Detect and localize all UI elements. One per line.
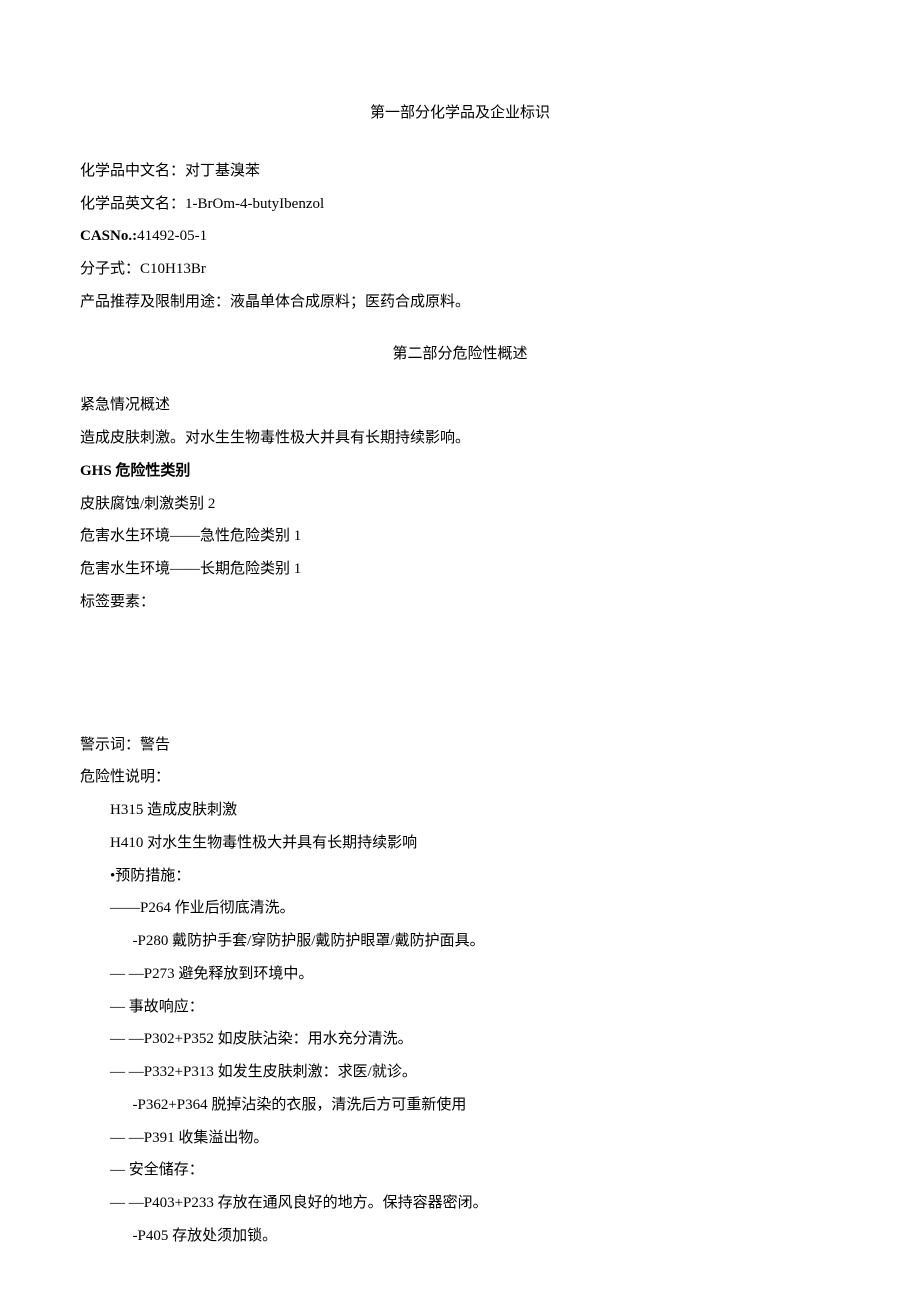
emergency-label: 紧急情况概述 (80, 392, 840, 420)
prevention-label: •预防措施： (80, 863, 840, 891)
name-cn-line: 化学品中文名：对丁基溴苯 (80, 158, 840, 186)
signal-word-line: 警示词：警告 (80, 732, 840, 760)
emergency-text: 造成皮肤刺激。对水生生物毒性极大并具有长期持续影响。 (80, 425, 840, 453)
formula-value: C10H13Br (140, 261, 206, 277)
usage-label: 产品推荐及限制用途： (80, 294, 230, 310)
name-en-label: 化学品英文名： (80, 196, 185, 212)
name-cn-label: 化学品中文名： (80, 163, 185, 179)
formula-label: 分子式： (80, 261, 140, 277)
name-en-value: 1-BrOm-4-butyIbenzol (185, 196, 324, 212)
signal-word-value: 警告 (140, 737, 170, 753)
p332-line: — —P332+P313 如发生皮肤刺激：求医/就诊。 (80, 1059, 840, 1087)
cas-label: CASNo.: (80, 228, 137, 244)
section1-title: 第一部分化学品及企业标识 (80, 100, 840, 128)
hazard-label: 危险性说明： (80, 764, 840, 792)
p264-line: ——P264 作业后彻底清洗。 (80, 895, 840, 923)
ghs-item-3: 危害水生环境——长期危险类别 1 (80, 556, 840, 584)
cas-line: CASNo.:41492-05-1 (80, 223, 840, 251)
section1-content: 化学品中文名：对丁基溴苯 化学品英文名：1-BrOm-4-butyIbenzol… (80, 158, 840, 317)
formula-line: 分子式：C10H13Br (80, 256, 840, 284)
h410-line: H410 对水生生物毒性极大并具有长期持续影响 (80, 830, 840, 858)
storage-label: — 安全储存： (80, 1157, 840, 1185)
p391-line: — —P391 收集溢出物。 (80, 1125, 840, 1153)
p273-line: — —P273 避免释放到环境中。 (80, 961, 840, 989)
signal-word-label: 警示词： (80, 737, 140, 753)
p405-line: -P405 存放处须加锁。 (80, 1223, 840, 1251)
cas-value: 41492-05-1 (137, 228, 207, 244)
p280-line: -P280 戴防护手套/穿防护服/戴防护眼罩/戴防护面具。 (80, 928, 840, 956)
p302-line: — —P302+P352 如皮肤沾染：用水充分清洗。 (80, 1026, 840, 1054)
name-en-line: 化学品英文名：1-BrOm-4-butyIbenzol (80, 191, 840, 219)
p362-line: -P362+P364 脱掉沾染的衣服，清洗后方可重新使用 (80, 1092, 840, 1120)
ghs-item-1: 皮肤腐蚀/刺激类别 2 (80, 491, 840, 519)
name-cn-value: 对丁基溴苯 (185, 163, 260, 179)
usage-line: 产品推荐及限制用途：液晶单体合成原料；医药合成原料。 (80, 289, 840, 317)
h315-line: H315 造成皮肤刺激 (80, 797, 840, 825)
ghs-label: GHS 危险性类别 (80, 458, 840, 486)
usage-value: 液晶单体合成原料；医药合成原料。 (230, 294, 470, 310)
section2-title: 第二部分危险性概述 (80, 341, 840, 369)
label-elements: 标签要素： (80, 589, 840, 617)
section2-content: 紧急情况概述 造成皮肤刺激。对水生生物毒性极大并具有长期持续影响。 GHS 危险… (80, 392, 840, 1250)
response-label: — 事故响应： (80, 994, 840, 1022)
p403-line: — —P403+P233 存放在通风良好的地方。保持容器密闭。 (80, 1190, 840, 1218)
pictogram-placeholder (80, 622, 840, 732)
ghs-item-2: 危害水生环境——急性危险类别 1 (80, 523, 840, 551)
